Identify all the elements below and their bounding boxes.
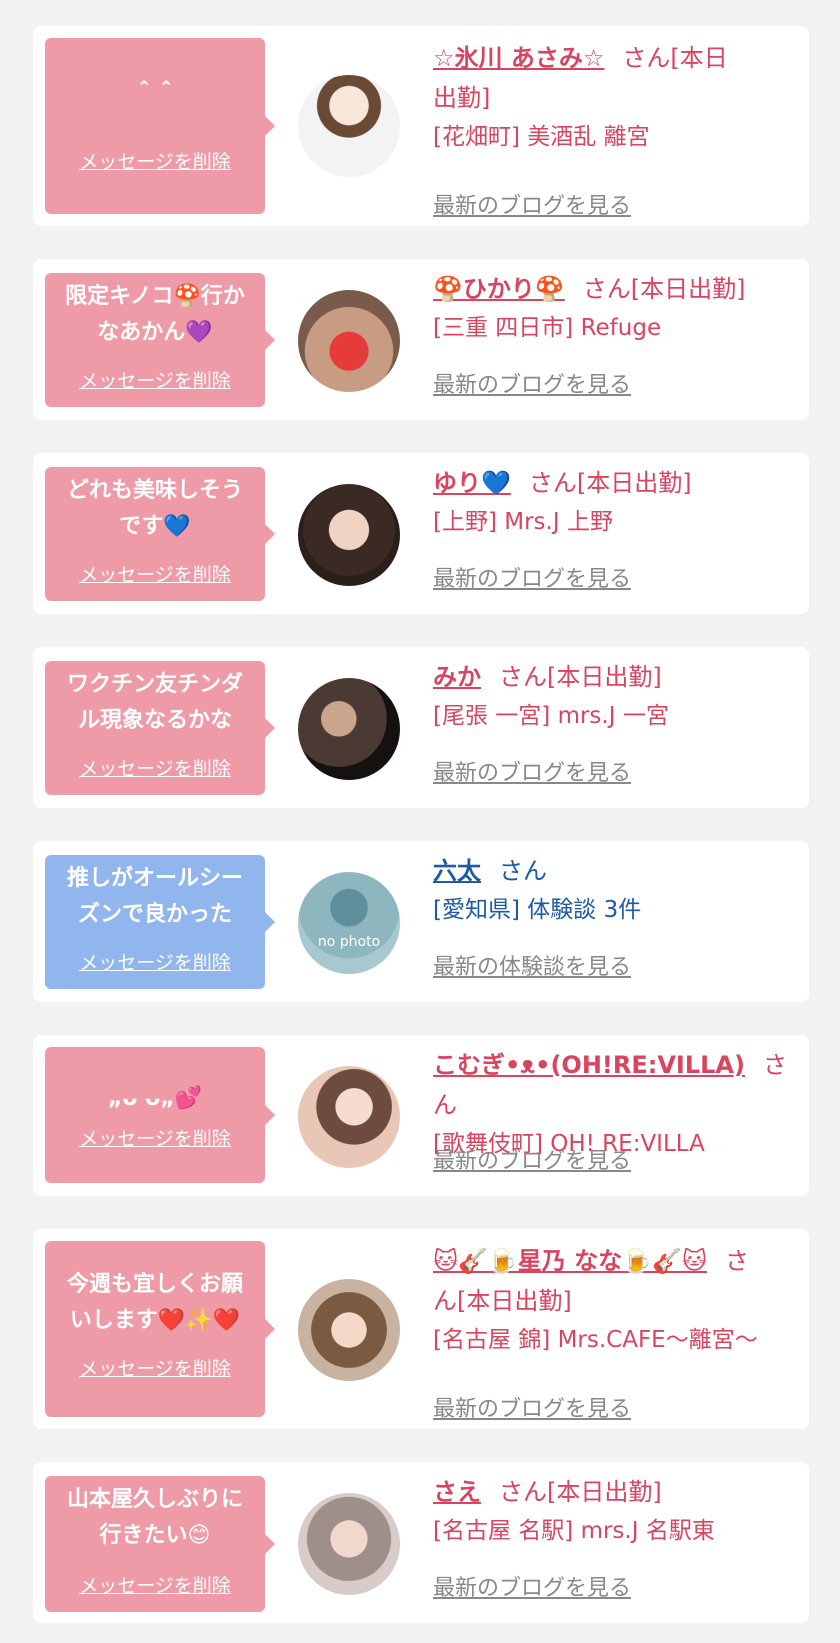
delete-message-link[interactable]: メッセージを削除 <box>45 1357 265 1381</box>
member-name-link[interactable]: ゆり💙 <box>433 469 511 497</box>
message-card: ワクチン友チンダ ル現象なるかな メッセージを削除 みか さん[本日出勤] [尾張… <box>33 647 809 808</box>
honorific-status: さん[本日 <box>622 44 728 72</box>
message-card: 山本屋久しぶりに 行きたい😊 メッセージを削除 さえ さん[本日出勤] [名古屋 … <box>33 1462 809 1623</box>
message-text-line-2: ズンで良かった <box>77 902 232 927</box>
avatar[interactable] <box>298 1279 400 1381</box>
message-text-line-2: なあかん💜 <box>97 320 213 345</box>
message-text-line-2: いします❤️✨❤️ <box>69 1308 241 1333</box>
delete-message-link[interactable]: メッセージを削除 <box>45 150 265 174</box>
latest-review-link[interactable]: 最新の体験談を見る <box>433 949 631 981</box>
member-name-link[interactable]: 六太 <box>433 857 481 885</box>
message-card: 今週も宜しくお願 いします❤️✨❤️ メッセージを削除 🐱🎸🍺星乃 なな🍺🎸🐱 さ… <box>33 1229 809 1429</box>
honorific: さん <box>499 857 547 885</box>
avatar[interactable]: no photo <box>298 872 400 974</box>
member-name-link[interactable]: ☆氷川 あさみ☆ <box>433 44 604 72</box>
message-text-line-2: 行きたい😊 <box>99 1523 211 1548</box>
avatar[interactable] <box>298 1493 400 1595</box>
message-text-line-1: ワクチン友チンダ <box>66 672 243 697</box>
message-bubble: „ᴗ ᴗ„💕 メッセージを削除 <box>45 1047 275 1183</box>
honorific-status: さん[本日出勤] <box>582 275 746 303</box>
latest-blog-link[interactable]: 最新のブログを見る <box>433 755 631 787</box>
message-card: 限定キノコ🍄行か なあかん💜 メッセージを削除 🍄ひかり🍄 さん[本日出勤] [三… <box>33 259 809 420</box>
shop-info: [上野] Mrs.J 上野 <box>433 509 613 535</box>
honorific-status: さん[本日出勤] <box>499 1478 662 1506</box>
delete-message-link[interactable]: メッセージを削除 <box>45 1127 265 1151</box>
no-photo-label: no photo <box>317 934 381 950</box>
latest-blog-link[interactable]: 最新のブログを見る <box>433 188 631 220</box>
delete-message-link[interactable]: メッセージを削除 <box>45 757 265 781</box>
honorific-status: さん[本日出勤] <box>528 469 692 497</box>
latest-blog-link[interactable]: 最新のブログを見る <box>433 367 631 399</box>
member-name-link[interactable]: みか <box>433 663 481 691</box>
message-text-line-1: 限定キノコ🍄行か <box>65 284 245 309</box>
avatar[interactable] <box>298 290 400 392</box>
message-bubble: どれも美味しそう です💙 メッセージを削除 <box>45 467 275 601</box>
latest-blog-link[interactable]: 最新のブログを見る <box>433 561 631 593</box>
avatar[interactable] <box>298 1066 400 1168</box>
message-card: どれも美味しそう です💙 メッセージを削除 ゆり💙 さん[本日出勤] [上野] M… <box>33 453 809 614</box>
latest-blog-link[interactable]: 最新のブログを見る <box>433 1143 631 1175</box>
latest-blog-link[interactable]: 最新のブログを見る <box>433 1570 631 1602</box>
message-card: ＾＾ メッセージを削除 ☆氷川 あさみ☆ さん[本日 出勤] [花畑町] 美酒乱 … <box>33 26 809 226</box>
message-list: ＾＾ メッセージを削除 ☆氷川 あさみ☆ さん[本日 出勤] [花畑町] 美酒乱 … <box>0 0 840 1643</box>
message-bubble: ＾＾ メッセージを削除 <box>45 38 275 214</box>
message-text: ＾＾ <box>132 83 177 108</box>
message-card: „ᴗ ᴗ„💕 メッセージを削除 こむぎ•ᴥ•(OH!RE:VILLA) さん [歌… <box>33 1035 809 1196</box>
message-bubble: 限定キノコ🍄行か なあかん💜 メッセージを削除 <box>45 273 275 407</box>
message-text-line-1: 推しがオールシー <box>66 866 243 891</box>
message-text-line-1: 山本屋久しぶりに <box>66 1487 243 1512</box>
member-name-link[interactable]: 🐱🎸🍺星乃 なな🍺🎸🐱 <box>433 1247 707 1275</box>
message-bubble: 推しがオールシー ズンで良かった メッセージを削除 <box>45 855 275 989</box>
delete-message-link[interactable]: メッセージを削除 <box>45 563 265 587</box>
shop-info: [尾張 一宮] mrs.J 一宮 <box>433 703 669 729</box>
latest-blog-link[interactable]: 最新のブログを見る <box>433 1391 631 1423</box>
avatar[interactable] <box>298 678 400 780</box>
delete-message-link[interactable]: メッセージを削除 <box>45 1574 265 1598</box>
avatar[interactable] <box>298 75 400 177</box>
message-text-line-2: です💙 <box>119 514 191 539</box>
message-text-line-2: ル現象なるかな <box>77 708 232 733</box>
honorific-status: さ <box>724 1247 749 1275</box>
member-name-link[interactable]: さえ <box>433 1478 481 1506</box>
message-bubble: ワクチン友チンダ ル現象なるかな メッセージを削除 <box>45 661 275 795</box>
shop-info: [花畑町] 美酒乱 離宮 <box>433 124 650 150</box>
shop-info: [三重 四日市] Refuge <box>433 315 662 341</box>
message-card: 推しがオールシー ズンで良かった メッセージを削除 no photo 六太 さん … <box>33 841 809 1002</box>
avatar[interactable] <box>298 484 400 586</box>
message-text: „ᴗ ᴗ„💕 <box>107 1086 203 1111</box>
review-info: [愛知県] 体験談 3件 <box>433 897 642 923</box>
delete-message-link[interactable]: メッセージを削除 <box>45 951 265 975</box>
honorific-status-continued: 出勤] <box>433 84 491 112</box>
honorific-status-continued: ん[本日出勤] <box>433 1287 572 1315</box>
message-bubble: 山本屋久しぶりに 行きたい😊 メッセージを削除 <box>45 1476 275 1612</box>
shop-info: [名古屋 名駅] mrs.J 名駅東 <box>433 1518 715 1544</box>
member-name-link[interactable]: こむぎ•ᴥ•(OH!RE:VILLA) <box>433 1051 745 1079</box>
message-text-line-1: どれも美味しそう <box>66 478 243 503</box>
delete-message-link[interactable]: メッセージを削除 <box>45 369 265 393</box>
message-bubble: 今週も宜しくお願 いします❤️✨❤️ メッセージを削除 <box>45 1241 275 1417</box>
member-name-link[interactable]: 🍄ひかり🍄 <box>433 275 565 303</box>
honorific-status: さん[本日出勤] <box>499 663 662 691</box>
message-text-line-1: 今週も宜しくお願 <box>66 1272 243 1297</box>
shop-info: [名古屋 錦] Mrs.CAFE〜離宮〜 <box>433 1327 758 1353</box>
